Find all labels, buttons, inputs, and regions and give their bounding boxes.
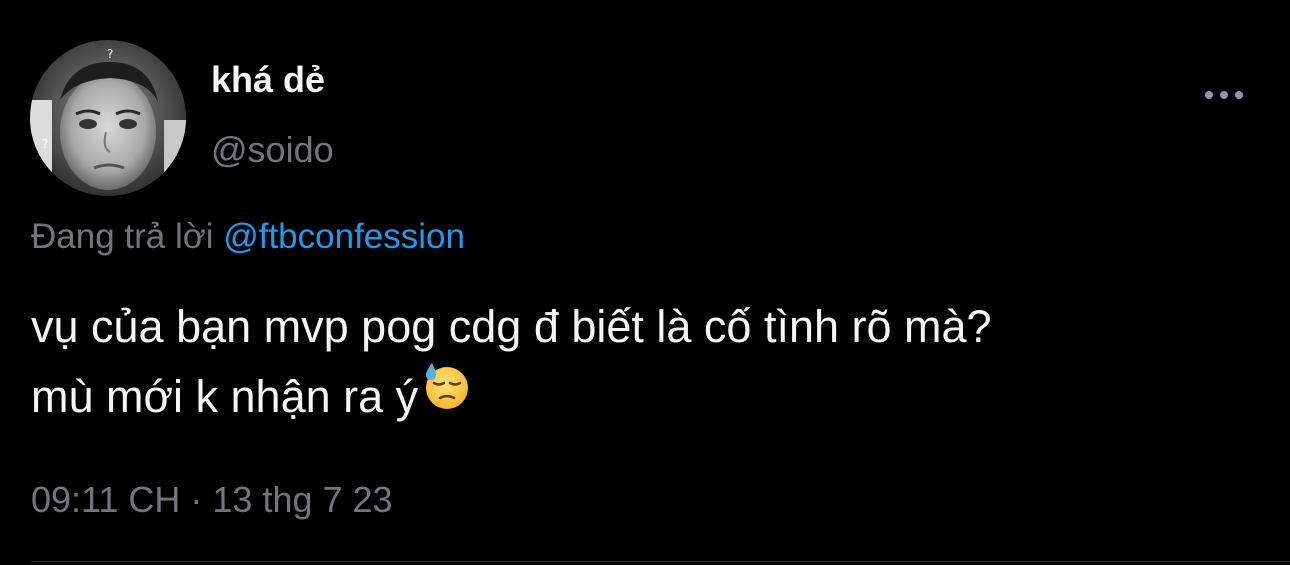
replying-to-handle-link[interactable]: @ftbconfession (223, 217, 465, 256)
tweet-detail: ? ? ? khá dẻ @soido Đang trả lời @ftbcon… (0, 0, 1290, 565)
tweet-timestamp[interactable]: 09:11 CH · 13 thg 7 23 (31, 477, 393, 523)
tweet-text: vụ của bạn mvp pog cdg đ biết là cố tình… (31, 292, 1271, 435)
avatar[interactable]: ? ? ? (30, 40, 186, 196)
more-options-button[interactable] (1200, 80, 1248, 110)
author-handle[interactable]: @soido (211, 128, 334, 172)
tweet-text-line-content: mù mới k nhận ra ý (31, 371, 419, 422)
svg-text:?: ? (107, 47, 113, 61)
svg-text:?: ? (42, 137, 48, 151)
svg-text:?: ? (164, 167, 170, 181)
divider (31, 561, 1290, 562)
tweet-text-line: mù mới k nhận ra ý (31, 362, 1271, 435)
replying-to-label: Đang trả lời (31, 217, 214, 256)
more-horizontal-icon (1205, 91, 1243, 99)
downcast-face-with-sweat-icon (422, 361, 472, 431)
replying-to: Đang trả lời @ftbconfession (31, 214, 465, 260)
avatar-photo: ? ? ? (30, 40, 186, 196)
author-display-name[interactable]: khá dẻ (211, 58, 325, 102)
tweet-text-line: vụ của bạn mvp pog cdg đ biết là cố tình… (31, 301, 992, 352)
